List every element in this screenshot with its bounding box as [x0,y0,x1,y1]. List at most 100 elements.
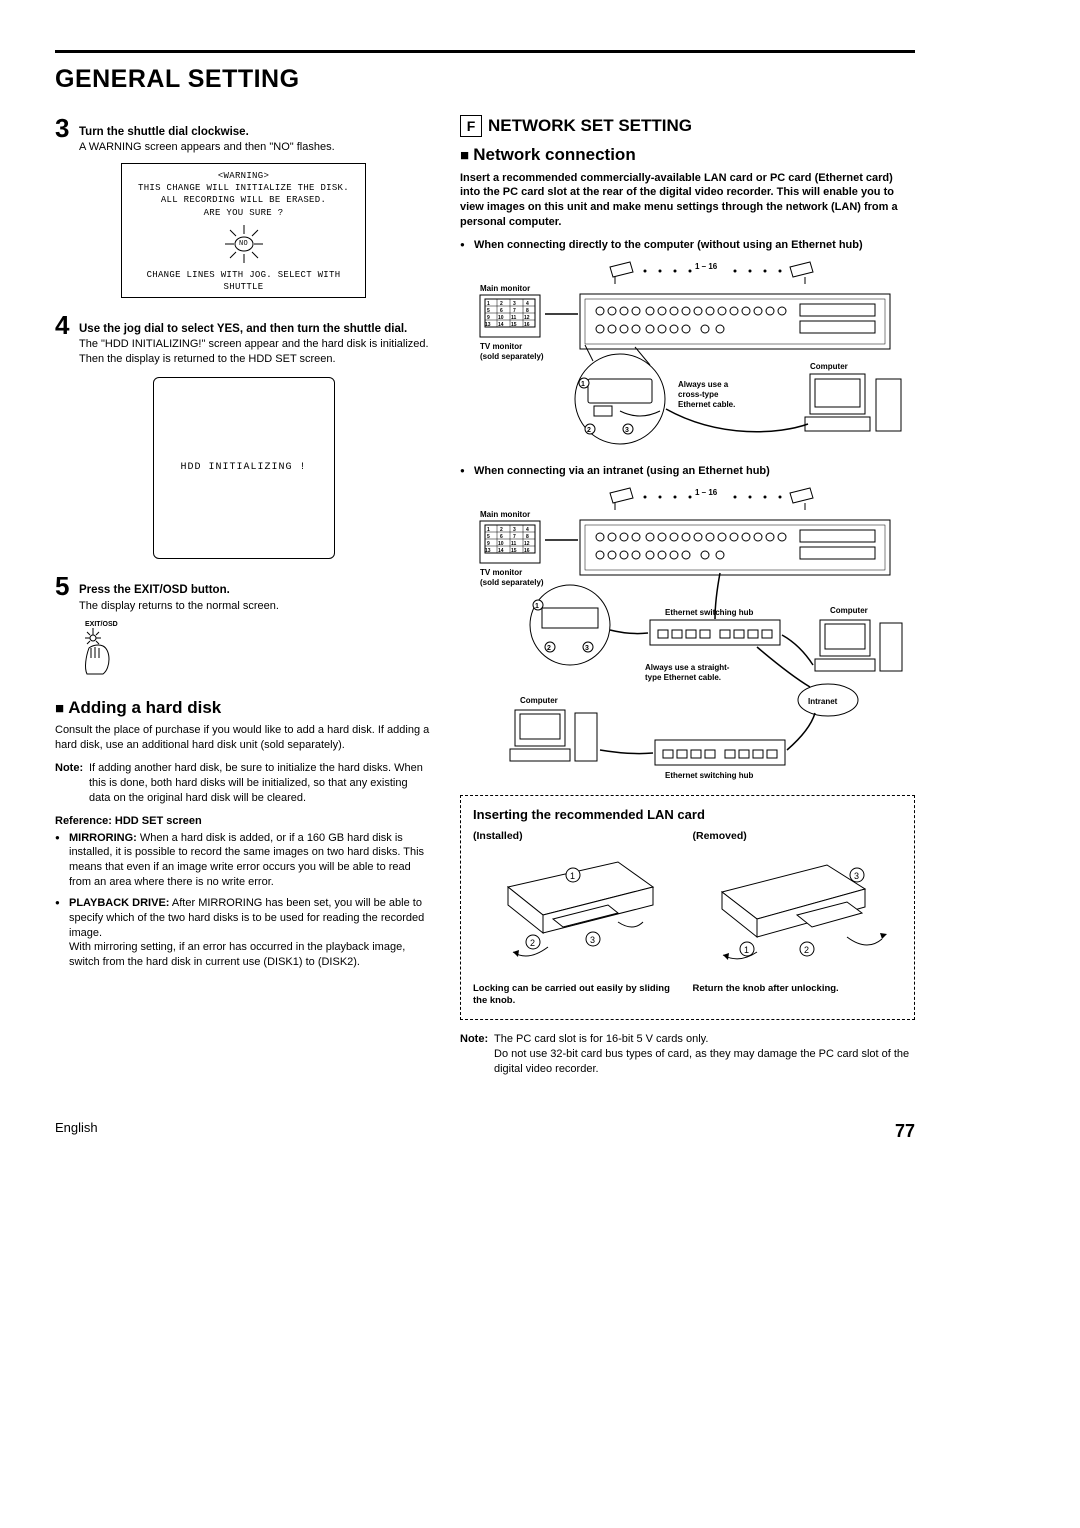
step-5-number: 5 [55,573,79,613]
svg-text:2: 2 [547,645,551,652]
mirroring-item: MIRRORING: When a hard disk is added, or… [55,831,432,890]
svg-text:11: 11 [511,315,517,321]
d1-sold: (sold separately) [480,352,544,361]
lan-removed-caption: Return the knob after unlocking. [693,983,903,995]
svg-text:1: 1 [487,301,490,307]
intranet-connection-diagram: 1 – 16 Main monitor 1234 5678 9 [460,485,915,785]
d2-sold: (sold separately) [480,578,544,587]
svg-text:13: 13 [485,322,491,328]
d2-computer: Computer [830,606,868,615]
direct-connection-diagram: 1 – 16 Main monitor 1234 [460,259,915,454]
svg-text:1: 1 [535,603,539,610]
step-5-title: Press the EXIT/OSD button. [79,573,432,599]
lan-card-title: Inserting the recommended LAN card [473,806,902,824]
d2-cable-2: type Ethernet cable. [645,673,721,682]
svg-text:12: 12 [524,541,530,547]
step-5-text: The display returns to the normal screen… [79,599,432,614]
warning-no-label: NO [234,237,254,251]
exit-osd-icon: EXIT/OSD [81,620,131,675]
d2-cable-1: Always use a straight- [645,663,730,672]
network-intro: Insert a recommended commercially-availa… [460,171,915,230]
d2-hub1: Ethernet switching hub [665,608,754,617]
svg-text:14: 14 [498,322,504,328]
svg-text:12: 12 [524,315,530,321]
section-letter-box: F [460,115,482,137]
d1-cable-3: Ethernet cable. [678,400,735,409]
svg-text:8: 8 [526,308,529,314]
svg-text:7: 7 [513,308,516,314]
svg-text:1: 1 [744,945,749,955]
svg-text:2: 2 [500,301,503,307]
adding-hard-disk-title: Adding a hard disk [55,697,432,720]
d2-intranet: Intranet [808,697,838,706]
step-3-number: 3 [55,115,79,155]
lan-removed-label: (Removed) [693,829,903,843]
svg-text:10: 10 [498,541,504,547]
warning-line-3: ARE YOU SURE ? [126,207,361,219]
svg-text:7: 7 [513,534,516,540]
footer-language: English [55,1119,98,1143]
svg-text:1: 1 [487,527,490,533]
d2-hub2: Ethernet switching hub [665,771,754,780]
warning-no-icon: NO [223,223,265,265]
svg-text:8: 8 [526,534,529,540]
svg-text:3: 3 [585,645,589,652]
playback-drive-item: PLAYBACK DRIVE: After MIRRORING has been… [55,896,432,970]
svg-text:3: 3 [513,527,516,533]
d1-cable-1: Always use a [678,380,729,389]
svg-text:6: 6 [500,308,503,314]
svg-text:15: 15 [511,322,517,328]
page-number: 77 [895,1119,915,1143]
warning-screen: <WARNING> THIS CHANGE WILL INITIALIZE TH… [121,163,366,298]
adding-note-text: If adding another hard disk, be sure to … [89,761,432,806]
step-4-text: The "HDD INITIALIZING!" screen appear an… [79,337,432,367]
lan-removed-diagram: 3 1 2 [693,847,903,977]
d2-main-monitor: Main monitor [480,510,530,519]
svg-text:1: 1 [581,381,585,388]
warning-line-1: THIS CHANGE WILL INITIALIZE THE DISK. [126,182,361,194]
warning-line-2: ALL RECORDING WILL BE ERASED. [126,194,361,206]
svg-text:16: 16 [524,548,530,554]
left-column: 3 Turn the shuttle dial clockwise. A WAR… [55,115,432,1085]
d1-main-monitor: Main monitor [480,284,530,293]
svg-text:10: 10 [498,315,504,321]
d1-tv-monitor: TV monitor [480,342,522,351]
svg-text:9: 9 [487,315,490,321]
step-4-title: Use the jog dial to select YES, and then… [79,312,432,338]
lan-installed-diagram: 1 2 3 [473,847,683,977]
svg-text:5: 5 [487,308,490,314]
reference-title: Reference: HDD SET screen [55,814,432,829]
page-title: GENERAL SETTING [55,63,915,97]
svg-text:2: 2 [587,427,591,434]
svg-text:14: 14 [498,548,504,554]
svg-text:3: 3 [854,871,859,881]
note-label-right: Note: [460,1032,494,1077]
network-connection-title: Network connection [460,144,915,167]
svg-text:15: 15 [511,548,517,554]
svg-text:16: 16 [524,322,530,328]
svg-text:2: 2 [530,938,535,948]
svg-text:13: 13 [485,548,491,554]
lan-card-box: Inserting the recommended LAN card (Inst… [460,795,915,1020]
svg-text:2: 2 [804,945,809,955]
d2-computer2: Computer [520,696,558,705]
step-4-number: 4 [55,312,79,367]
svg-text:4: 4 [526,301,529,307]
lan-installed-caption: Locking can be carried out easily by sli… [473,983,683,1007]
svg-text:1: 1 [570,871,575,881]
svg-text:4: 4 [526,527,529,533]
section-title: NETWORK SET SETTING [488,115,692,138]
warning-footer: CHANGE LINES WITH JOG. SELECT WITH SHUTT… [126,269,361,293]
hdd-initializing-screen: HDD INITIALIZING ! [153,377,335,559]
svg-text:3: 3 [625,427,629,434]
svg-text:9: 9 [487,541,490,547]
d1-cable-2: cross-type [678,390,719,399]
svg-text:11: 11 [511,541,517,547]
d2-tv-monitor: TV monitor [480,568,522,577]
direct-connection-heading: When connecting directly to the computer… [460,238,915,253]
svg-text:3: 3 [513,301,516,307]
step-3-text: A WARNING screen appears and then "NO" f… [79,140,432,155]
svg-text:5: 5 [487,534,490,540]
right-column: F NETWORK SET SETTING Network connection… [460,115,915,1085]
svg-text:2: 2 [500,527,503,533]
